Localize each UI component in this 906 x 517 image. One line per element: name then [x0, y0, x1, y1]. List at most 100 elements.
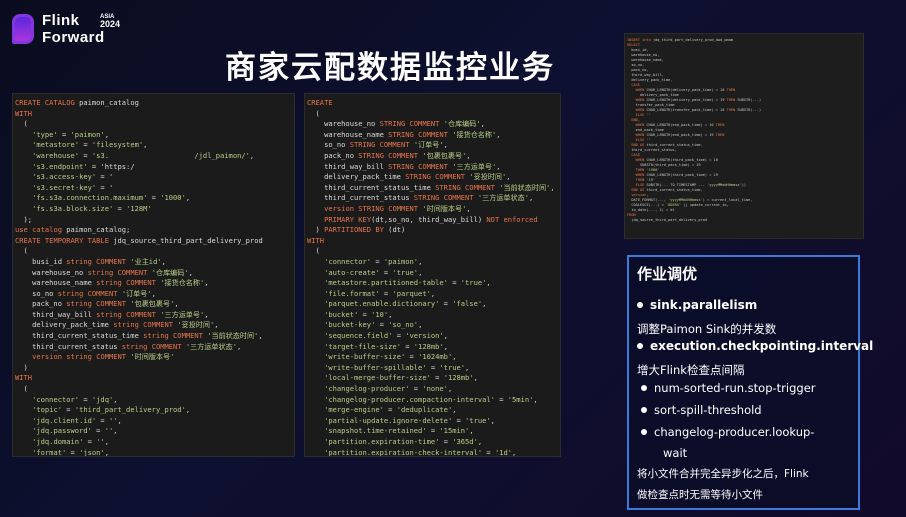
- tuning-item-text: 做检查点时无需等待小文件: [637, 489, 763, 501]
- code-line: (: [307, 246, 320, 256]
- code-line: 'target-file-size' = '128mb',: [324, 341, 448, 351]
- code-line: pack_no string COMMENT '包裹包裹号',: [15, 299, 179, 309]
- code-line: third_current_status STRING COMMENT '三方运…: [307, 193, 534, 203]
- code-line: CREATE TEMPORARY TABLE jdq_source_third_…: [15, 235, 263, 245]
- code-line: delivery_pack_time string COMMENT '妥投时间'…: [15, 320, 219, 330]
- code-line: 'snapshot.time-retained' = '15min',: [324, 426, 474, 436]
- code-line: 'jdq.password' = '',: [32, 426, 118, 436]
- code-line: 'changelog-producer' = 'none',: [324, 384, 453, 394]
- code-line: third_way_bill string COMMENT '三方运单号',: [15, 309, 209, 319]
- tuning-item-text: execution.checkpointing.interval: [650, 339, 874, 353]
- code-line: );: [15, 214, 33, 224]
- flink-logo-icon: [12, 14, 34, 44]
- tuning-item-text: sink.parallelism: [650, 298, 758, 312]
- tuning-item: sort-spill-threshold: [641, 403, 762, 417]
- code-line: 'bucket-key' = 'so_no',: [324, 320, 423, 330]
- tuning-item-text: 增大Flink检查点间隔: [637, 363, 745, 377]
- code-line: WITH: [307, 235, 325, 245]
- code-line: 'partition.expiration-check-interval' = …: [324, 447, 517, 457]
- code-line: 's3.secret-key' = ': [32, 182, 114, 192]
- code-line: 'changelog-producer.compaction-interval'…: [324, 394, 538, 404]
- code-line: third_way_bill STRING COMMENT '三方运单号',: [307, 161, 501, 171]
- tuning-item: execution.checkpointing.interval: [637, 339, 873, 353]
- tuning-item-text: 将小文件合并完全异步化之后，Flink: [637, 468, 809, 480]
- code-line: CREATE: [307, 98, 333, 107]
- code-line: third_current_status_time STRING COMMENT…: [307, 182, 555, 192]
- code-line: 'partition.expiration-time' = '365d',: [324, 437, 483, 446]
- code-line: busi_id string COMMENT '业主id',: [15, 256, 166, 266]
- tuning-item-text: num-sorted-run.stop-trigger: [654, 381, 816, 395]
- code-line: 's3.access-key' = ': [32, 172, 114, 182]
- tuning-item: sink.parallelism: [637, 298, 757, 312]
- tuning-item-description: 调整Paimon Sink的并发数: [637, 321, 776, 337]
- code-line: warehouse_no STRING COMMENT '仓库编码',: [307, 119, 485, 129]
- code-line: 'fs.s3a.block.size' = '128M': [32, 203, 152, 213]
- code-line: pack_no STRING COMMENT '包裹包裹号',: [307, 150, 471, 160]
- code-line: warehouse_no string COMMENT '仓库编码',: [15, 267, 193, 277]
- code-line: 'file.format' = 'parquet',: [324, 288, 436, 298]
- code-line: ) PARTITIONED BY (dt): [307, 225, 406, 235]
- code-panel-catalog-source: CREATE CATALOG paimon_catalog WITH ( 'typ…: [12, 93, 295, 457]
- logo-text-flink: Flink: [42, 12, 80, 29]
- code-line: 'write-buffer-spillable' = 'true',: [324, 362, 470, 372]
- code-line: 's3.endpoint' = 'https:/: [32, 161, 135, 171]
- code-line: 'local-merge-buffer-size' = '128mb',: [324, 373, 478, 383]
- bullet-icon: [641, 384, 647, 391]
- code-line: 'metastore' = 'filesystem',: [32, 140, 148, 150]
- code-line: jdq_source_third_part_delivery_prod: [627, 218, 708, 222]
- flink-forward-logo: Flink Forward ASIA 2024: [12, 12, 122, 46]
- code-line: so_no STRING COMMENT '订单号',: [307, 140, 448, 150]
- code-line: (: [15, 119, 28, 129]
- code-line: 'merge-engine' = 'deduplicate',: [324, 405, 457, 415]
- code-line: use catalog paimon_catalog;: [15, 225, 131, 235]
- code-line: third_current_status_time string COMMENT…: [15, 331, 263, 341]
- logo-badge-year: 2024: [100, 19, 121, 29]
- tuning-item-text: sort-spill-threshold: [654, 403, 762, 417]
- code-line: warehouse_name STRING COMMENT '接货仓名称',: [307, 129, 501, 139]
- tuning-panel-title: 作业调优: [637, 265, 698, 283]
- bullet-icon: [641, 406, 647, 413]
- code-line: 'metastore.partitioned-table' = 'true',: [324, 278, 491, 288]
- code-line: ): [15, 362, 28, 372]
- code-line: 'connector' = 'jdq',: [32, 394, 118, 404]
- code-line: WITH: [15, 108, 33, 118]
- code-line: 'jdq.domain' = '',: [32, 437, 109, 446]
- tuning-item-description: 做检查点时无需等待小文件: [637, 487, 763, 502]
- code-line: 'format' = 'json',: [32, 447, 109, 457]
- code-line: CREATE CATALOG paimon_catalog: [15, 98, 139, 107]
- code-line: 'type' = 'paimon',: [32, 129, 109, 139]
- code-line: 'connector' = 'paimon',: [324, 256, 423, 266]
- tuning-item: num-sorted-run.stop-trigger: [641, 381, 816, 395]
- code-line: version string COMMENT '时间版本号': [32, 352, 175, 362]
- code-line: 'jdq.client.id' = '',: [32, 415, 122, 425]
- bullet-icon: [637, 301, 643, 308]
- logo-badge: ASIA 2024: [100, 14, 120, 30]
- tuning-item-description: 将小文件合并完全异步化之后，Flink: [637, 466, 809, 481]
- tuning-item-text: changelog-producer.lookup-: [654, 425, 815, 439]
- tuning-item-description: wait: [663, 446, 687, 460]
- code-line: PRIMARY KEY(dt,so_no, third_way_bill) NO…: [324, 214, 538, 224]
- code-line: so_no string COMMENT '订单号',: [15, 288, 156, 298]
- code-line: 'warehouse' = 's3. /jdl_paimon/',: [32, 150, 255, 160]
- code-panel-sink-table: CREATE ( warehouse_no STRING COMMENT '仓库…: [304, 93, 561, 457]
- tuning-item-description: 增大Flink检查点间隔: [637, 362, 744, 378]
- code-line: 'partial-update.ignore-delete' = 'true',: [324, 415, 495, 425]
- code-line: 'parquet.enable.dictionary' = 'false',: [324, 299, 487, 309]
- code-lines-left: CREATE CATALOG paimon_catalog WITH ( 'typ…: [15, 98, 294, 457]
- tuning-item-text: wait: [663, 446, 688, 460]
- bullet-icon: [637, 342, 643, 349]
- code-line: (: [15, 246, 28, 256]
- code-panel-insert-select: INSERT into jdq_third_part_delivery_prod…: [624, 33, 864, 239]
- tuning-item-text: 调整Paimon Sink的并发数: [637, 322, 777, 336]
- code-line: 'fs.s3a.connection.maximum' = '1000',: [32, 193, 191, 203]
- tuning-item: changelog-producer.lookup-: [641, 425, 814, 439]
- code-line: delivery_pack_time STRING COMMENT '妥投时间'…: [307, 172, 511, 182]
- code-line: 'bucket' = '10',: [324, 309, 393, 319]
- code-line: 'auto-create' = 'true',: [324, 267, 423, 277]
- code-line: third_current_status string COMMENT '三方运…: [15, 341, 242, 351]
- code-lines-right: INSERT into jdq_third_part_delivery_prod…: [627, 38, 863, 223]
- code-line: warehouse_name string COMMENT '接货仓名称',: [15, 278, 209, 288]
- code-lines-middle: CREATE ( warehouse_no STRING COMMENT '仓库…: [307, 98, 560, 457]
- tuning-panel: 作业调优 sink.parallelism 调整Paimon Sink的并发数 ex…: [627, 255, 873, 510]
- code-line: (: [15, 384, 28, 394]
